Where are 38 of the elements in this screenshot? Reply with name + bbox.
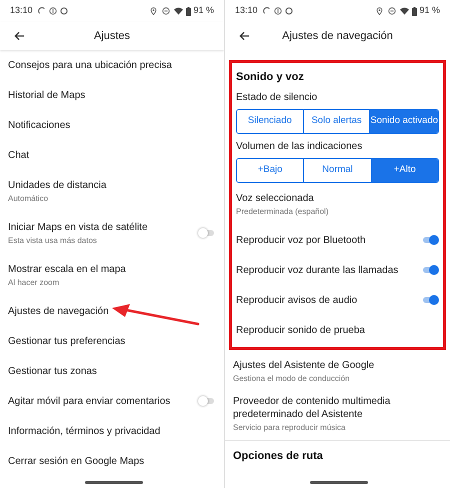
group-label: Estado de silencio bbox=[236, 90, 318, 104]
setting-description: Esta vista usa más datos bbox=[8, 234, 98, 246]
section-heading: Sonido y voz bbox=[235, 70, 305, 84]
setting-label[interactable]: Ajustes del Asistente de Google bbox=[233, 358, 442, 372]
setting-description: Automático bbox=[8, 192, 50, 204]
setting-label[interactable]: Iniciar Maps en vista de satélite bbox=[8, 220, 192, 234]
setting-label[interactable]: Información, términos y privacidad bbox=[8, 424, 216, 438]
setting-label[interactable]: Agitar móvil para enviar comentarios bbox=[8, 394, 192, 408]
setting-label[interactable]: Proveedor de contenido multimedia predeterminado del Asistente bbox=[233, 395, 442, 421]
segment-option[interactable]: Sonido activado bbox=[369, 110, 438, 133]
battery-level: 91 % bbox=[193, 4, 214, 18]
setting-label[interactable]: Mostrar escala en el mapa bbox=[8, 262, 216, 276]
status-time: 13:10 bbox=[10, 4, 33, 18]
setting-label[interactable]: Notificaciones bbox=[8, 118, 216, 132]
setting-description: Predeterminada (español) bbox=[236, 206, 330, 216]
setting-label[interactable]: Gestionar tus zonas bbox=[8, 364, 216, 378]
segment-option[interactable]: +Alto bbox=[370, 159, 438, 182]
setting-description: Servicio para reproducir música bbox=[233, 422, 346, 433]
battery-level: 91 % bbox=[419, 4, 440, 18]
setting-label[interactable]: Voz seleccionada bbox=[236, 192, 439, 204]
setting-label[interactable]: Chat bbox=[8, 148, 216, 162]
setting-description: Gestiona el modo de conducción bbox=[233, 372, 351, 384]
setting-label[interactable]: Historial de Maps bbox=[8, 88, 216, 102]
setting-label[interactable]: Reproducir sonido de prueba bbox=[236, 324, 439, 336]
setting-label[interactable]: Reproducir voz por Bluetooth bbox=[236, 234, 415, 246]
setting-label[interactable]: Unidades de distancia bbox=[8, 178, 216, 192]
setting-label[interactable]: Consejos para una ubicación precisa bbox=[8, 58, 216, 72]
setting-label[interactable]: Reproducir avisos de audio bbox=[236, 294, 415, 306]
screen-title: Ajustes de navegación bbox=[281, 28, 394, 44]
status-time: 13:10 bbox=[235, 4, 258, 18]
setting-label[interactable]: Gestionar tus preferencias bbox=[8, 334, 216, 348]
setting-label[interactable]: Cerrar sesión en Google Maps bbox=[8, 454, 216, 468]
group-label: Volumen de las indicaciones bbox=[236, 140, 362, 154]
screen-title: Ajustes bbox=[92, 28, 132, 44]
section-heading: Opciones de ruta bbox=[233, 449, 323, 464]
setting-label[interactable]: Reproducir voz durante las llamadas bbox=[236, 264, 415, 276]
setting-description: Al hacer zoom bbox=[8, 276, 60, 288]
setting-label[interactable]: Ajustes de navegación bbox=[8, 304, 109, 318]
